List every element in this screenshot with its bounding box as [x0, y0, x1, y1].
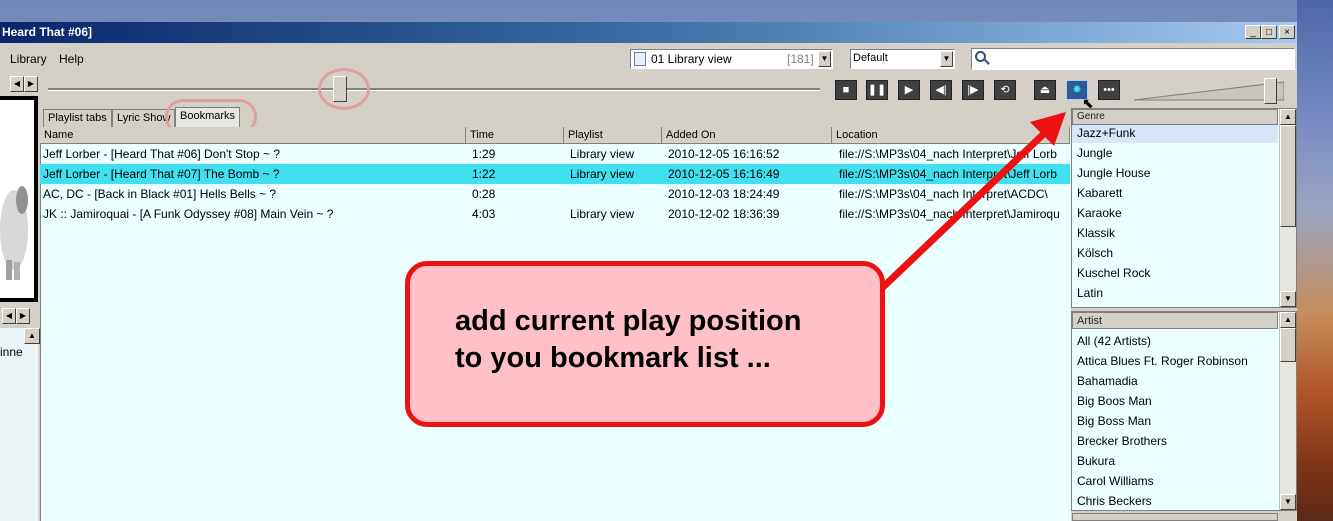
- column-header-name[interactable]: Name: [40, 127, 466, 144]
- scroll-right-button[interactable]: ▶: [16, 308, 30, 324]
- list-item[interactable]: Jungle House: [1077, 166, 1150, 180]
- cell-playlist: Library view: [570, 167, 635, 181]
- genre-header: Genre: [1072, 109, 1278, 125]
- cell-name: AC, DC - [Back in Black #01] Hells Bells…: [43, 187, 277, 201]
- scroll-down-button[interactable]: ▼: [1280, 291, 1296, 307]
- menu-help[interactable]: Help: [59, 52, 84, 66]
- nav-right-button[interactable]: ▶: [24, 76, 38, 92]
- title-bar[interactable]: [0, 22, 1297, 43]
- preset-value: Default: [853, 52, 888, 64]
- list-item[interactable]: Klassik: [1077, 226, 1115, 240]
- stop-icon[interactable]: ■: [835, 80, 857, 100]
- list-item[interactable]: Kölsch: [1077, 246, 1113, 260]
- cell-time: 4:03: [472, 207, 496, 221]
- list-item[interactable]: Jazz+Funk: [1077, 126, 1135, 140]
- tab-playlist-tabs[interactable]: Playlist tabs: [43, 109, 112, 127]
- view-selector-count: [181]: [787, 52, 814, 66]
- view-selector-label: 01 Library view: [651, 52, 732, 66]
- minimize-button[interactable]: _: [1245, 25, 1261, 39]
- cell-time: 1:22: [472, 167, 496, 181]
- scroll-up-button[interactable]: ▲: [1280, 109, 1296, 125]
- close-button[interactable]: ×: [1279, 25, 1295, 39]
- column-header-playlist[interactable]: Playlist: [564, 127, 662, 144]
- next-icon[interactable]: |▶: [962, 80, 984, 100]
- column-header-added-on[interactable]: Added On: [662, 127, 832, 144]
- seek-highlight-ring: [318, 68, 370, 110]
- more-options-icon[interactable]: •••: [1098, 80, 1120, 100]
- scroll-down-button[interactable]: ▼: [1280, 494, 1296, 510]
- volume-ramp: [1134, 81, 1284, 101]
- list-item[interactable]: Karaoke: [1077, 206, 1122, 220]
- cell-playlist: Library view: [570, 207, 635, 221]
- list-item[interactable]: Kabarett: [1077, 186, 1122, 200]
- next-panel-header: [1072, 513, 1278, 521]
- column-header-time[interactable]: Time: [466, 127, 564, 144]
- callout-text: add current play position to you bookmar…: [455, 303, 875, 377]
- callout-line-1: add current play position: [455, 305, 802, 337]
- cell-time: 1:29: [472, 147, 496, 161]
- cell-playlist: Library view: [570, 147, 635, 161]
- cell-added: 2010-12-05 16:16:52: [668, 147, 780, 161]
- list-item[interactable]: Big Boss Man: [1077, 414, 1151, 428]
- list-item[interactable]: Bukura: [1077, 454, 1115, 468]
- genre-scroll-thumb[interactable]: [1280, 125, 1296, 227]
- playlist-icon: [634, 52, 646, 66]
- play-icon[interactable]: ▶: [898, 80, 920, 100]
- list-item[interactable]: Latin: [1077, 286, 1103, 300]
- menu-library[interactable]: Library: [10, 52, 47, 66]
- list-item[interactable]: Carol Williams: [1077, 474, 1154, 488]
- previous-icon[interactable]: ◀|: [930, 80, 952, 100]
- search-input[interactable]: [971, 48, 1295, 70]
- scroll-up-button[interactable]: ▲: [24, 328, 40, 344]
- list-item[interactable]: Jungle: [1077, 146, 1112, 160]
- pause-icon[interactable]: ❚❚: [866, 80, 888, 100]
- window-title: Heard That #06]: [2, 25, 93, 39]
- album-art: [0, 100, 34, 298]
- scroll-up-button[interactable]: ▲: [1280, 312, 1296, 328]
- cell-name: Jeff Lorber - [Heard That #06] Don't Sto…: [43, 147, 280, 161]
- nav-left-button[interactable]: ◀: [10, 76, 24, 92]
- list-item[interactable]: All (42 Artists): [1077, 334, 1151, 348]
- arrow-shaft: [876, 122, 1056, 294]
- maximize-button[interactable]: □: [1261, 25, 1277, 39]
- cell-time: 0:28: [472, 187, 496, 201]
- list-item[interactable]: Chris Beckers: [1077, 494, 1152, 508]
- album-art-image: [0, 186, 28, 280]
- cell-name: JK :: Jamiroquai - [A Funk Odyssey #08] …: [43, 207, 334, 221]
- chevron-down-icon[interactable]: ▼: [940, 51, 953, 67]
- chevron-down-icon[interactable]: ▼: [818, 51, 831, 67]
- list-item[interactable]: Big Boos Man: [1077, 394, 1152, 408]
- list-item[interactable]: Kuschel Rock: [1077, 266, 1150, 280]
- annotation-arrow: [876, 112, 1066, 294]
- list-item[interactable]: Attica Blues Ft. Roger Robinson: [1077, 354, 1248, 368]
- random-icon[interactable]: ⟲: [994, 80, 1016, 100]
- cell-added: 2010-12-02 18:36:39: [668, 207, 780, 221]
- cell-added: 2010-12-03 18:24:49: [668, 187, 780, 201]
- cell-name: Jeff Lorber - [Heard That #07] The Bomb …: [43, 167, 280, 181]
- left-info-text: inne: [0, 345, 23, 359]
- cell-added: 2010-12-05 16:16:49: [668, 167, 780, 181]
- artist-scroll-thumb[interactable]: [1280, 328, 1296, 362]
- desktop-background: [1297, 0, 1333, 521]
- artist-header: Artist: [1072, 312, 1278, 329]
- seek-track[interactable]: [48, 88, 820, 91]
- scroll-left-button[interactable]: ◀: [2, 308, 16, 324]
- eject-icon[interactable]: ⏏: [1034, 80, 1056, 100]
- callout-line-2: to you bookmark list ...: [455, 342, 771, 374]
- list-item[interactable]: Brecker Brothers: [1077, 434, 1167, 448]
- volume-slider[interactable]: [1134, 80, 1284, 102]
- list-item[interactable]: Bahamadia: [1077, 374, 1138, 388]
- volume-thumb[interactable]: [1263, 78, 1277, 104]
